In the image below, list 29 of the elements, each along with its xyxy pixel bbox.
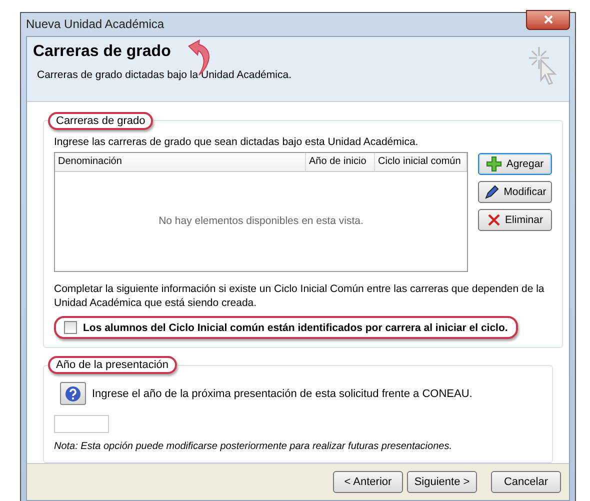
column-header[interactable]: Denominación xyxy=(55,152,306,171)
delete-button[interactable]: Eliminar xyxy=(478,208,552,231)
page-subtitle: Carreras de grado dictadas bajo la Unidad Académica. xyxy=(37,68,292,81)
close-icon xyxy=(544,15,552,24)
close-button[interactable] xyxy=(526,10,570,30)
instructions-text: Ingrese el año de la próxima presentación de esta solicitud frente a CONEAU. xyxy=(92,388,472,400)
checkbox-option[interactable]: Los alumnos del Ciclo Inicial común están identificados por carrera al iniciar el ciclo. xyxy=(54,316,518,339)
footer-button[interactable]: Cancelar xyxy=(491,471,561,493)
add-button[interactable]: Agregar xyxy=(478,152,552,175)
help-icon xyxy=(65,386,81,402)
note-text: Nota: Esta opción puede modificarse posteriormente para realizar futuras presentaciones. xyxy=(54,441,453,452)
info-text: Completar la siguiente información si existe un Ciclo Inicial Común entre las carreras que dependen de la Unidad Académica que está siendo creada. xyxy=(54,282,546,310)
group-title: Año de la presentación xyxy=(48,356,177,374)
group-title: Carreras de grado xyxy=(48,112,154,130)
checkbox[interactable] xyxy=(64,321,77,334)
footer-button[interactable]: Siguiente > xyxy=(407,471,477,493)
instructions-text: Ingrese las carreras de grado que sean dictadas bajo esta Unidad Académica. xyxy=(54,136,420,148)
year-input[interactable] xyxy=(54,415,109,433)
plus-icon xyxy=(486,156,502,172)
x-icon xyxy=(487,212,502,227)
column-header[interactable]: Año de inicio xyxy=(306,152,375,171)
window-title: Nueva Unidad Académica xyxy=(26,17,164,32)
footer-button[interactable]: < Anterior xyxy=(333,471,403,493)
edit-button[interactable]: Modificar xyxy=(478,180,552,203)
empty-message: No hay elementos disponibles en esta vista. xyxy=(158,215,364,228)
column-header[interactable]: Ciclo inicial común xyxy=(375,152,467,171)
pen-icon xyxy=(484,184,500,200)
help-button[interactable] xyxy=(60,382,86,405)
page-title: Carreras de grado xyxy=(33,42,172,61)
